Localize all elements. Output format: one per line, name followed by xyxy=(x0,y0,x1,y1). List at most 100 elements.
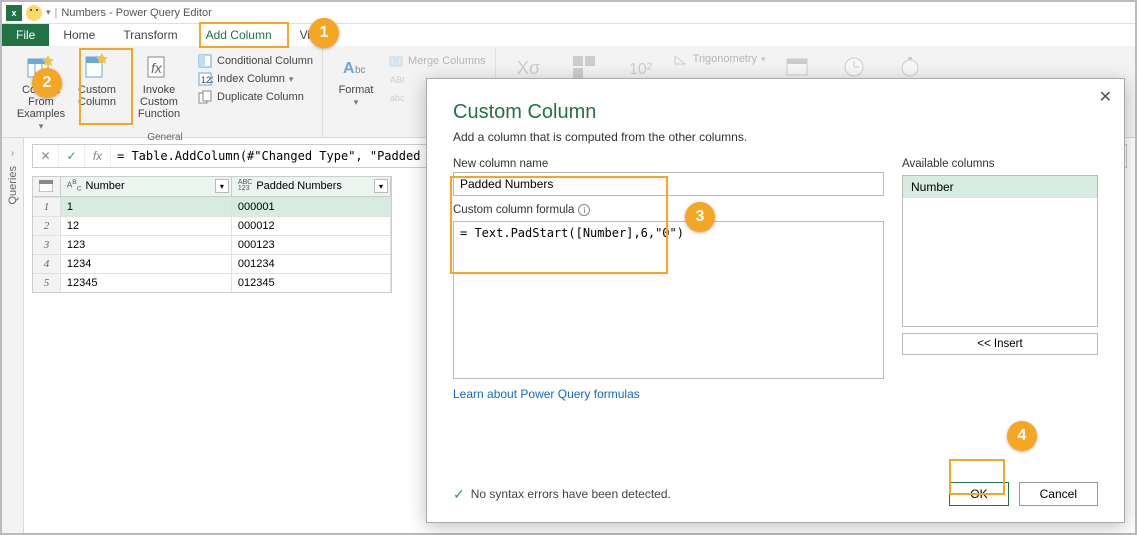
table-row[interactable]: 41234001234 xyxy=(33,254,391,273)
cell-padded[interactable]: 000012 xyxy=(232,216,391,235)
svg-text:ABC: ABC xyxy=(390,75,404,85)
filter-dropdown-icon[interactable]: ▾ xyxy=(215,179,229,193)
invoke-custom-label: Invoke Custom Function xyxy=(126,84,192,120)
list-item[interactable]: Number xyxy=(903,176,1097,198)
learn-more-link[interactable]: Learn about Power Query formulas xyxy=(453,387,884,401)
formula-input[interactable] xyxy=(453,221,884,379)
cell-padded[interactable]: 000001 xyxy=(232,197,391,216)
table-row[interactable]: 212000012 xyxy=(33,216,391,235)
cell-number[interactable]: 1234 xyxy=(61,254,232,273)
merge-columns-button: Merge Columns xyxy=(385,52,489,70)
callout-3: 3 xyxy=(685,202,715,232)
statistics-button: Xσ xyxy=(502,48,556,82)
table-icon[interactable] xyxy=(33,177,61,196)
close-icon[interactable]: ✕ xyxy=(1099,87,1112,107)
extract-icon: ABC xyxy=(388,71,404,87)
custom-column-label: Custom Column xyxy=(70,84,124,108)
cell-padded[interactable]: 000123 xyxy=(232,235,391,254)
cell-number[interactable]: 123 xyxy=(61,235,232,254)
grid-header: ABC Number ▾ ABC123 Padded Numbers ▾ xyxy=(33,177,391,197)
qat-dropdown-icon[interactable]: ▾ xyxy=(46,7,51,18)
svg-text:fx: fx xyxy=(151,60,163,76)
cell-padded[interactable]: 012345 xyxy=(232,273,391,292)
new-column-name-input[interactable] xyxy=(453,172,884,196)
custom-column-dialog: ✕ Custom Column Add a column that is com… xyxy=(426,78,1125,523)
duplicate-column-button[interactable]: Duplicate Column xyxy=(194,88,316,106)
available-columns-list[interactable]: Number xyxy=(902,175,1098,327)
expand-chevron-icon[interactable]: › xyxy=(6,146,20,160)
smiley-icon[interactable] xyxy=(26,5,42,21)
tab-file[interactable]: File xyxy=(2,24,49,46)
check-icon: ✓ xyxy=(453,486,465,503)
duration-button xyxy=(883,48,937,82)
status-text: No syntax errors have been detected. xyxy=(471,487,671,501)
excel-icon: x xyxy=(6,5,22,21)
tab-add-column[interactable]: Add Column xyxy=(192,24,286,46)
insert-button[interactable]: << Insert xyxy=(902,333,1098,355)
row-number: 5 xyxy=(33,273,61,292)
callout-4: 4 xyxy=(1007,421,1037,451)
syntax-status: ✓ No syntax errors have been detected. xyxy=(453,486,671,503)
commit-formula-icon[interactable]: ✓ xyxy=(59,145,85,167)
format-button[interactable]: Abc Format ▾ xyxy=(329,48,383,108)
svg-text:bc: bc xyxy=(355,65,366,76)
svg-text:Xσ: Xσ xyxy=(517,58,540,78)
custom-column-button[interactable]: Custom Column xyxy=(70,48,124,108)
fx-icon[interactable]: fx xyxy=(85,145,111,167)
svg-text:abc: abc xyxy=(390,93,404,103)
col2-label: Padded Numbers xyxy=(256,180,342,192)
index-column-button[interactable]: 123 Index Column ▾ xyxy=(194,70,316,88)
filter-dropdown-icon[interactable]: ▾ xyxy=(374,179,388,193)
col1-label: Number xyxy=(86,180,125,192)
cell-number[interactable]: 1 xyxy=(61,197,232,216)
angle-icon xyxy=(673,51,689,67)
cell-number[interactable]: 12345 xyxy=(61,273,232,292)
new-column-name-label: New column name xyxy=(453,158,884,170)
table-row[interactable]: 3123000123 xyxy=(33,235,391,254)
table-row[interactable]: 512345012345 xyxy=(33,273,391,292)
column-header-number[interactable]: ABC Number ▾ xyxy=(61,177,232,196)
row-number: 2 xyxy=(33,216,61,235)
function-icon: fx xyxy=(143,52,175,82)
callout-1: 1 xyxy=(309,18,339,48)
date-button xyxy=(771,48,825,82)
row-number: 1 xyxy=(33,197,61,216)
ribbon-tabstrip: File Home Transform Add Column View xyxy=(2,24,1135,46)
cancel-button[interactable]: Cancel xyxy=(1019,482,1098,506)
cancel-formula-icon[interactable]: ✕ xyxy=(33,145,59,167)
ok-button[interactable]: OK xyxy=(949,482,1008,506)
merge-icon xyxy=(388,53,404,69)
svg-text:123: 123 xyxy=(201,75,213,85)
cell-padded[interactable]: 001234 xyxy=(232,254,391,273)
format-label: Format xyxy=(339,84,374,96)
index-icon: 123 xyxy=(197,71,213,87)
queries-pane-collapsed[interactable]: › Queries xyxy=(2,138,24,533)
trig-label: Trigonometry xyxy=(693,53,757,65)
invoke-custom-function-button[interactable]: fx Invoke Custom Function xyxy=(126,48,192,120)
time-button xyxy=(827,48,881,82)
index-label: Index Column xyxy=(217,73,285,85)
duplicate-icon xyxy=(197,89,213,105)
dialog-subtitle: Add a column that is computed from the o… xyxy=(453,130,1098,144)
table-row[interactable]: 11000001 xyxy=(33,197,391,216)
window-title: Numbers - Power Query Editor xyxy=(61,7,211,19)
chevron-down-icon: ▾ xyxy=(289,74,294,85)
qat-separator: | xyxy=(55,7,58,19)
data-grid: ABC Number ▾ ABC123 Padded Numbers ▾ 110… xyxy=(32,176,392,293)
scientific-button: 10² xyxy=(614,48,668,82)
parse-icon: abc xyxy=(388,89,404,105)
available-columns-label: Available columns xyxy=(902,158,1098,170)
cell-number[interactable]: 12 xyxy=(61,216,232,235)
any-type-icon: ABC123 xyxy=(238,180,252,193)
tab-transform[interactable]: Transform xyxy=(109,24,191,46)
callout-2: 2 xyxy=(32,68,62,98)
text-type-icon: ABC xyxy=(67,180,82,193)
column-header-padded[interactable]: ABC123 Padded Numbers ▾ xyxy=(232,177,391,196)
conditional-column-button[interactable]: Conditional Column xyxy=(194,52,316,70)
format-icon: Abc xyxy=(340,52,372,82)
svg-text:A: A xyxy=(343,60,355,77)
chevron-down-icon: ▾ xyxy=(354,98,359,108)
info-icon[interactable]: i xyxy=(578,204,590,216)
tab-home[interactable]: Home xyxy=(49,24,109,46)
row-number: 3 xyxy=(33,235,61,254)
